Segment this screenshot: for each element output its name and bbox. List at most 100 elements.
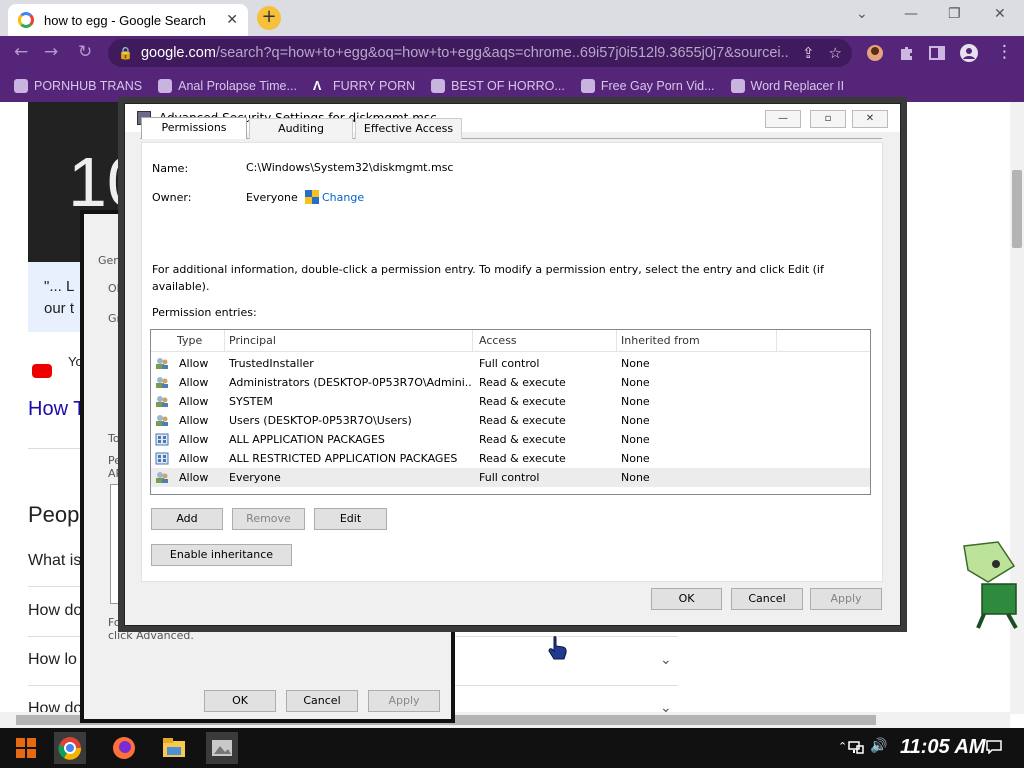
tab-strip: how to egg - Google Search ✕ + ⌄ — ❐ ✕	[0, 0, 1024, 36]
restore-button[interactable]: ❐	[948, 6, 961, 22]
permission-entry-row[interactable]: Allow TrustedInstaller Full control None	[151, 354, 870, 373]
close-window-button[interactable]: ✕	[994, 6, 1006, 22]
tray-chevron-icon[interactable]: ⌃	[838, 740, 847, 753]
image-icon	[158, 79, 173, 93]
cell-inherited: None	[621, 414, 650, 427]
column-type[interactable]: Type	[173, 330, 225, 352]
ghost-text: Ob	[108, 282, 124, 295]
bookmark-item[interactable]: Λ FURRY PORN	[313, 79, 415, 93]
photos-taskbar-icon[interactable]	[206, 732, 238, 764]
globe-icon	[431, 79, 446, 93]
lock-icon[interactable]: 🔒	[118, 46, 133, 60]
edit-button[interactable]: Edit	[314, 508, 387, 530]
profile-avatar-icon[interactable]	[960, 44, 978, 62]
notification-icon[interactable]	[986, 740, 1002, 754]
lambda-icon: Λ	[312, 79, 322, 93]
cell-type: Allow	[179, 433, 209, 446]
question-item[interactable]: What is	[28, 552, 81, 570]
cancel-button[interactable]: Cancel	[286, 690, 358, 712]
ghost-text: For	[108, 616, 126, 629]
owner-value: Everyone	[246, 191, 298, 204]
star-icon[interactable]: ☆	[829, 44, 842, 62]
enable-inheritance-button[interactable]: Enable inheritance	[151, 544, 292, 566]
network-icon[interactable]	[848, 740, 864, 754]
tab-permissions[interactable]: Permissions	[141, 117, 247, 139]
bookmark-item[interactable]: Word Replacer II	[730, 79, 844, 93]
column-principal[interactable]: Principal	[225, 330, 473, 352]
quote-text: "... L	[44, 278, 75, 295]
start-button-icon[interactable]	[10, 732, 42, 764]
chrome-taskbar-icon[interactable]	[54, 732, 86, 764]
cell-principal: ALL APPLICATION PACKAGES	[229, 433, 385, 446]
screen: how to egg - Google Search ✕ + ⌄ — ❐ ✕ ←…	[0, 0, 1024, 768]
back-arrow-icon[interactable]: ←	[14, 42, 28, 62]
bookmark-item[interactable]: BEST OF HORRO...	[431, 79, 565, 93]
cancel-button[interactable]: Cancel	[731, 588, 803, 610]
forward-arrow-icon[interactable]: →	[44, 42, 58, 62]
remove-button[interactable]: Remove	[232, 508, 305, 530]
cell-access: Read & execute	[479, 376, 566, 389]
ok-button[interactable]: OK	[204, 690, 276, 712]
chevron-down-icon[interactable]: ⌄	[660, 652, 672, 668]
user-group-icon	[156, 415, 168, 426]
minimize-button[interactable]: —	[904, 6, 918, 22]
bookmark-item[interactable]: Anal Prolapse Time...	[158, 79, 297, 93]
firefox-taskbar-icon[interactable]	[108, 732, 140, 764]
close-tab-icon[interactable]: ✕	[226, 12, 238, 28]
permission-entry-row[interactable]: Allow Everyone Full control None	[151, 468, 870, 487]
permission-entry-row[interactable]: Allow Users (DESKTOP-0P53R7O\Users) Read &…	[151, 411, 870, 430]
chevron-down-icon[interactable]: ⌄	[856, 6, 868, 22]
more-menu-icon[interactable]: ⋮	[996, 42, 1013, 62]
bookmark-item[interactable]: PORNHUB TRANS	[14, 79, 142, 93]
address-bar[interactable]: 🔒 google.com/search?q=how+to+egg&oq=how+…	[108, 39, 852, 67]
extensions-puzzle-icon[interactable]	[898, 44, 916, 62]
uac-shield-icon	[305, 190, 319, 204]
permission-entry-row[interactable]: Allow ALL APPLICATION PACKAGES Read & exec…	[151, 430, 870, 449]
question-item[interactable]: How do	[28, 602, 82, 620]
cell-principal: TrustedInstaller	[229, 357, 314, 370]
permission-entries-grid[interactable]: Type Principal Access Inherited from All…	[150, 329, 871, 495]
bookmark-item[interactable]: Free Gay Porn Vid...	[580, 79, 715, 93]
taskbar-clock[interactable]: 11:05 AM	[900, 736, 986, 759]
tab-title: how to egg - Google Search	[44, 12, 206, 28]
column-inherited-from[interactable]: Inherited from	[617, 330, 777, 352]
column-access[interactable]: Access	[475, 330, 617, 352]
add-button[interactable]: Add	[151, 508, 223, 530]
scroll-thumb[interactable]	[1012, 170, 1022, 248]
share-icon[interactable]: ⇪	[802, 44, 815, 62]
cell-access: Full control	[479, 357, 540, 370]
info-text: For additional information, double-click…	[152, 263, 824, 293]
youtube-icon	[32, 364, 52, 378]
app-package-icon	[155, 452, 169, 465]
permission-entry-row[interactable]: Allow Administrators (DESKTOP-0P53R7O\Adm…	[151, 373, 870, 392]
new-tab-button[interactable]: +	[257, 6, 281, 30]
ok-button[interactable]: OK	[651, 588, 722, 610]
cell-type: Allow	[179, 471, 209, 484]
minimize-button[interactable]: —	[765, 110, 801, 128]
permission-entry-row[interactable]: Allow ALL RESTRICTED APPLICATION PACKAGES…	[151, 449, 870, 468]
cell-inherited: None	[621, 452, 650, 465]
ghost-text: To	[108, 432, 120, 445]
permission-entry-row[interactable]: Allow SYSTEM Read & execute None	[151, 392, 870, 411]
close-button[interactable]: ✕	[852, 110, 888, 128]
tab-google-search[interactable]: how to egg - Google Search ✕	[8, 4, 248, 36]
url-text: google.com/search?q=how+to+egg&oq=how+to…	[140, 45, 788, 61]
file-explorer-taskbar-icon[interactable]	[158, 732, 190, 764]
tab-effective-access[interactable]: Effective Access	[355, 118, 462, 139]
apply-button[interactable]: Apply	[810, 588, 882, 610]
question-item[interactable]: How lo	[28, 651, 77, 669]
maximize-button[interactable]: ▫	[810, 110, 846, 128]
profile-extension-icon[interactable]	[866, 44, 884, 62]
side-panel-icon[interactable]	[928, 44, 946, 62]
app-package-icon	[155, 433, 169, 446]
cell-principal: SYSTEM	[229, 395, 273, 408]
cell-principal: Administrators (DESKTOP-0P53R7O\Admini..…	[229, 376, 471, 389]
reload-icon[interactable]: ↻	[78, 42, 92, 62]
change-owner-link[interactable]: Change	[322, 191, 364, 204]
apply-button[interactable]: Apply	[368, 690, 440, 712]
result-link[interactable]: How T	[28, 398, 85, 421]
volume-icon[interactable]: 🔊	[870, 738, 887, 754]
cell-access: Read & execute	[479, 452, 566, 465]
tab-auditing[interactable]: Auditing	[249, 118, 353, 139]
ghost-text: AP	[108, 467, 123, 480]
